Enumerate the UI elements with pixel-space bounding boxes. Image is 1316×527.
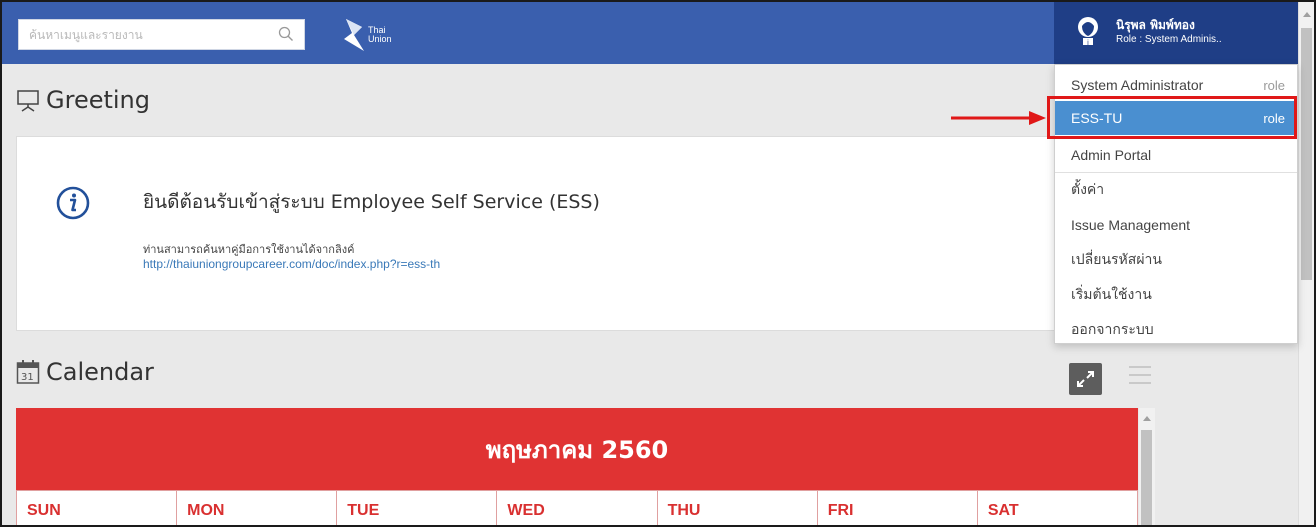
menu-item-logout[interactable]: ออกจากระบบ [1055,313,1297,347]
menu-item-label: ตั้งค่า [1071,181,1105,197]
thai-union-logo[interactable]: Thai Union [340,17,420,53]
greeting-description: ท่านสามารถค้นหาคู่มือการใช้งานได้จากลิงค… [143,243,355,256]
search-icon[interactable] [278,26,294,42]
calendar-widget: พฤษภาคม 2560 SUN MON TUE WED THU FRI SAT [16,408,1158,525]
menu-item-settings[interactable]: ตั้งค่า [1055,173,1297,207]
weekday-label: FRI [817,490,978,525]
role-tag: role [1263,77,1285,93]
scrollbar-thumb[interactable] [1301,28,1312,280]
greeting-title-text: Greeting [46,86,150,114]
top-navigation-bar: Thai Union i นิรุพล พิมพ์ทอง Role : Syst… [2,2,1298,64]
manual-link[interactable]: http://thaiuniongroupcareer.com/doc/inde… [143,257,440,271]
calendar-section-title: 31 Calendar [16,358,154,386]
greeting-heading: ยินดีต้อนรับเข้าสู่ระบบ Employee Self Se… [143,191,600,213]
calendar-weekday-row: SUN MON TUE WED THU FRI SAT [16,490,1138,525]
menu-item-label: ออกจากระบบ [1071,321,1154,337]
menu-item-label: Issue Management [1071,217,1191,233]
user-role: Role : System Adminis.. [1116,34,1222,45]
menu-item-label: System Administrator [1071,77,1204,93]
menu-item-getting-started[interactable]: เริ่มต้นใช้งาน [1055,278,1297,312]
calendar-month-header: พฤษภาคม 2560 [16,408,1138,490]
calendar-title-text: Calendar [46,358,154,386]
menu-item-admin-portal[interactable]: Admin Portal [1055,138,1297,172]
presentation-icon [17,90,39,112]
calendar-toolbar [1069,360,1159,395]
weekday-label: SUN [16,490,178,525]
logo-text: Thai Union [368,26,392,44]
app-window: Thai Union i นิรุพล พิมพ์ทอง Role : Syst… [0,0,1316,527]
page-scrollbar[interactable] [1298,2,1314,525]
calendar-scrollbar-thumb[interactable] [1141,430,1152,525]
info-icon [56,186,90,220]
scroll-up-arrow-icon[interactable] [1303,12,1311,17]
calendar-icon: 31 [16,360,40,384]
expand-button[interactable] [1069,363,1102,395]
weekday-label: SAT [977,490,1138,525]
weekday-label: WED [497,490,658,525]
thai-union-logo-mark [344,19,364,51]
search-input[interactable] [19,20,269,49]
menu-item-label: Admin Portal [1071,147,1152,163]
logo-line2: Union [368,34,392,44]
weekday-label: THU [657,490,818,525]
expand-icon [1077,371,1094,387]
greeting-card: ยินดีต้อนรับเข้าสู่ระบบ Employee Self Se… [16,136,1141,331]
highlight-box [1047,96,1297,139]
calendar-icon-day: 31 [21,372,34,383]
menu-item-label: เริ่มต้นใช้งาน [1071,286,1152,302]
menu-item-label: เปลี่ยนรหัสผ่าน [1071,251,1162,267]
hamburger-menu-icon[interactable] [1129,360,1155,390]
calendar-scroll-up-icon[interactable] [1143,416,1151,421]
weekday-label: TUE [337,490,498,525]
svg-text:i: i [1087,39,1089,46]
weekday-label: MON [177,490,338,525]
search-box[interactable] [18,19,305,50]
greeting-section-title: Greeting [16,86,150,114]
user-avatar-icon: i [1078,17,1098,46]
menu-item-change-password[interactable]: เปลี่ยนรหัสผ่าน [1055,243,1297,277]
annotation-arrow [951,111,1046,125]
calendar-scrollbar[interactable] [1139,408,1155,525]
menu-item-issue-management[interactable]: Issue Management [1055,208,1297,242]
user-name: นิรุพล พิมพ์ทอง [1116,18,1195,32]
user-menu-trigger[interactable]: i นิรุพล พิมพ์ทอง Role : System Adminis.… [1054,2,1298,64]
